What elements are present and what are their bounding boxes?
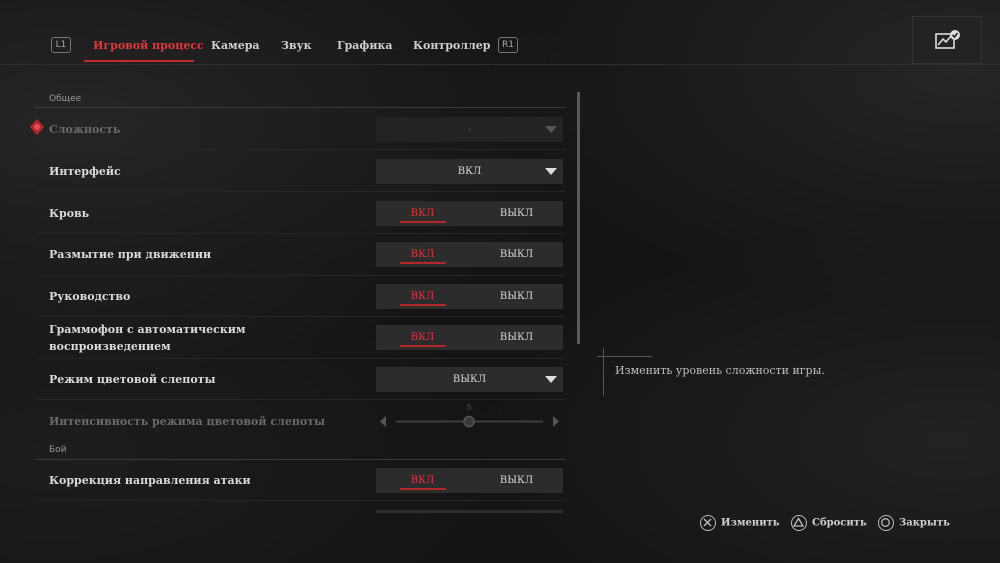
hint-label: Закрыть	[899, 517, 950, 529]
reset-hint[interactable]: Сбросить	[791, 515, 867, 531]
selected-underline	[400, 221, 446, 223]
section-divider	[35, 107, 565, 108]
tab-controller[interactable]: Контроллер	[413, 39, 490, 52]
intensity-slider[interactable]: 5	[376, 403, 563, 434]
cross-button-icon	[700, 515, 716, 531]
tab-camera[interactable]: Камера	[211, 39, 260, 52]
circle-button-icon	[878, 515, 894, 531]
setting-label: Кровь	[49, 207, 90, 220]
section-title-combat: Бой	[49, 445, 67, 455]
description-decor-line	[603, 348, 604, 396]
setting-description: Изменить уровень сложности игры.	[615, 364, 825, 377]
selected-underline	[400, 262, 446, 264]
triangle-button-icon	[791, 515, 807, 531]
toggle-off-option[interactable]: ВЫКЛ	[470, 325, 563, 350]
active-tab-indicator	[84, 60, 194, 62]
section-title-general: Общее	[49, 94, 82, 104]
setting-label: Интерфейс	[49, 165, 121, 178]
selected-underline	[400, 304, 446, 306]
setting-row-interface[interactable]: Интерфейс ВКЛ	[35, 159, 565, 184]
description-decor-line	[597, 356, 652, 357]
next-row-peek	[376, 510, 563, 513]
guidance-toggle[interactable]: ВКЛ ВЫКЛ	[376, 284, 563, 309]
row-divider	[35, 233, 565, 234]
setting-label: Режим цветовой слепоты	[49, 373, 216, 386]
row-divider	[35, 191, 565, 192]
chevron-down-icon	[545, 376, 557, 383]
setting-label: Граммофон с автоматическим воспроизведен…	[49, 323, 246, 353]
blood-toggle[interactable]: ВКЛ ВЫКЛ	[376, 201, 563, 226]
l1-bumper-icon[interactable]: L1	[51, 37, 71, 53]
motion-blur-toggle[interactable]: ВКЛ ВЫКЛ	[376, 242, 563, 267]
hint-label: Изменить	[721, 517, 780, 529]
slider-track	[380, 415, 559, 428]
setting-label: Размытие при движении	[49, 248, 212, 261]
gramophone-toggle[interactable]: ВКЛ ВЫКЛ	[376, 325, 563, 350]
setting-row-gramophone[interactable]: Граммофон с автоматическим воспроизведен…	[35, 323, 565, 353]
row-divider	[35, 275, 565, 276]
settings-scrollbar[interactable]	[577, 92, 580, 344]
color-blind-dropdown[interactable]: ВЫКЛ	[376, 367, 563, 392]
row-divider	[35, 399, 565, 400]
tab-graphics[interactable]: Графика	[337, 39, 393, 52]
slider-knob	[463, 415, 475, 428]
setting-row-color-blind[interactable]: Режим цветовой слепоты ВЫКЛ	[35, 367, 565, 392]
performance-check-icon	[935, 30, 960, 49]
slider-left-arrow-icon	[380, 416, 386, 427]
dropdown-value: ВКЛ	[457, 166, 482, 177]
setting-row-motion-blur[interactable]: Размытие при движении ВКЛ ВЫКЛ	[35, 242, 565, 267]
selected-underline	[400, 488, 446, 490]
hint-label: Сбросить	[812, 517, 867, 529]
toggle-off-option[interactable]: ВЫКЛ	[470, 201, 563, 226]
row-divider	[35, 358, 565, 359]
setting-row-difficulty[interactable]: Сложность -	[35, 117, 565, 142]
attack-direction-toggle[interactable]: ВКЛ ВЫКЛ	[376, 468, 563, 493]
difficulty-dropdown[interactable]: -	[376, 117, 563, 142]
setting-label: Руководство	[49, 290, 131, 303]
toggle-off-option[interactable]: ВЫКЛ	[470, 284, 563, 309]
slider-right-arrow-icon	[553, 416, 559, 427]
slider-value: 5	[466, 403, 472, 412]
dropdown-value: ВЫКЛ	[452, 374, 487, 385]
chevron-down-icon	[545, 168, 557, 175]
setting-label: Интенсивность режима цветовой слепоты	[49, 415, 326, 428]
setting-label: Сложность	[49, 123, 121, 136]
row-divider	[35, 149, 565, 150]
interface-dropdown[interactable]: ВКЛ	[376, 159, 563, 184]
row-divider	[35, 316, 565, 317]
r1-bumper-icon[interactable]: R1	[498, 37, 518, 53]
setting-label: Коррекция направления атаки	[49, 474, 251, 487]
change-hint[interactable]: Изменить	[700, 515, 780, 531]
setting-row-color-blind-intensity[interactable]: Интенсивность режима цветовой слепоты 5	[35, 403, 565, 434]
dropdown-value: -	[467, 124, 472, 135]
setting-row-guidance[interactable]: Руководство ВКЛ ВЫКЛ	[35, 284, 565, 309]
chevron-down-icon	[545, 126, 557, 133]
tab-bar: L1 Игровой процесс Камера Звук Графика К…	[0, 0, 1000, 64]
header-divider	[0, 64, 1000, 65]
performance-check-button[interactable]	[912, 16, 982, 64]
selected-underline	[400, 345, 446, 347]
row-divider	[35, 500, 565, 501]
section-divider	[35, 459, 565, 460]
setting-row-attack-direction[interactable]: Коррекция направления атаки ВКЛ ВЫКЛ	[35, 468, 565, 493]
toggle-off-option[interactable]: ВЫКЛ	[470, 242, 563, 267]
close-hint[interactable]: Закрыть	[878, 515, 950, 531]
setting-row-blood[interactable]: Кровь ВКЛ ВЫКЛ	[35, 201, 565, 226]
tab-gameplay[interactable]: Игровой процесс	[93, 39, 204, 52]
tab-sound[interactable]: Звук	[281, 39, 312, 52]
toggle-off-option[interactable]: ВЫКЛ	[470, 468, 563, 493]
